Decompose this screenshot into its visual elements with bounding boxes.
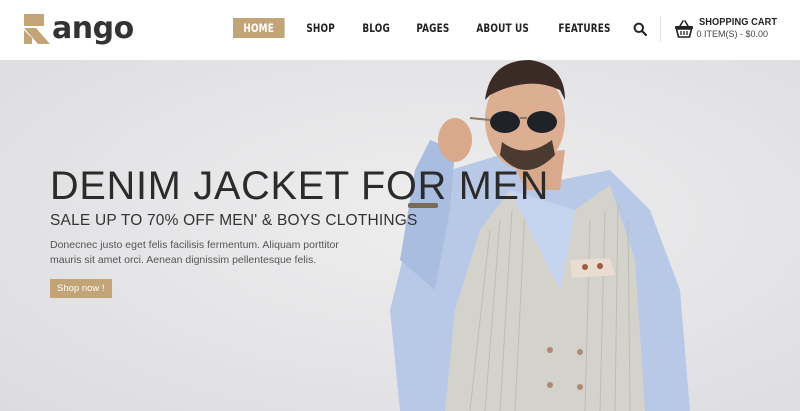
logo-text: ango [52, 11, 134, 46]
nav-item-about-us[interactable]: ABOUT US [466, 18, 539, 38]
nav-item-pages[interactable]: PAGES [406, 18, 460, 38]
hero-banner: DENIM JACKET FOR MEN SALE UP TO 70% OFF … [0, 60, 800, 411]
shop-now-button[interactable]: Shop now ! [50, 279, 112, 298]
basket-icon[interactable] [674, 20, 694, 38]
main-nav: HOME SHOP BLOG PAGES ABOUT US FEATURES [233, 18, 633, 38]
nav-item-shop[interactable]: SHOP [296, 18, 345, 38]
logo[interactable]: ango [24, 12, 134, 46]
search-icon[interactable] [633, 22, 647, 36]
site-header: ango HOME SHOP BLOG PAGES ABOUT US FEATU… [0, 0, 800, 60]
cart-summary: 0 ITEM(S) - $0.00 [696, 29, 768, 39]
header-divider [660, 16, 661, 42]
nav-item-home[interactable]: HOME [233, 18, 285, 38]
nav-item-features[interactable]: FEATURES [548, 18, 621, 38]
hero-subtitle: SALE UP TO 70% OFF MEN' & BOYS CLOTHINGS [50, 212, 418, 229]
cart-title[interactable]: SHOPPING CART [699, 16, 777, 28]
logo-r-mark-icon [24, 14, 50, 44]
model-photo [390, 60, 690, 411]
hero-description: Donecnec justo eget felis facilisis ferm… [50, 239, 339, 266]
nav-item-blog[interactable]: BLOG [352, 18, 400, 38]
hero-title: DENIM JACKET FOR MEN [50, 164, 550, 208]
